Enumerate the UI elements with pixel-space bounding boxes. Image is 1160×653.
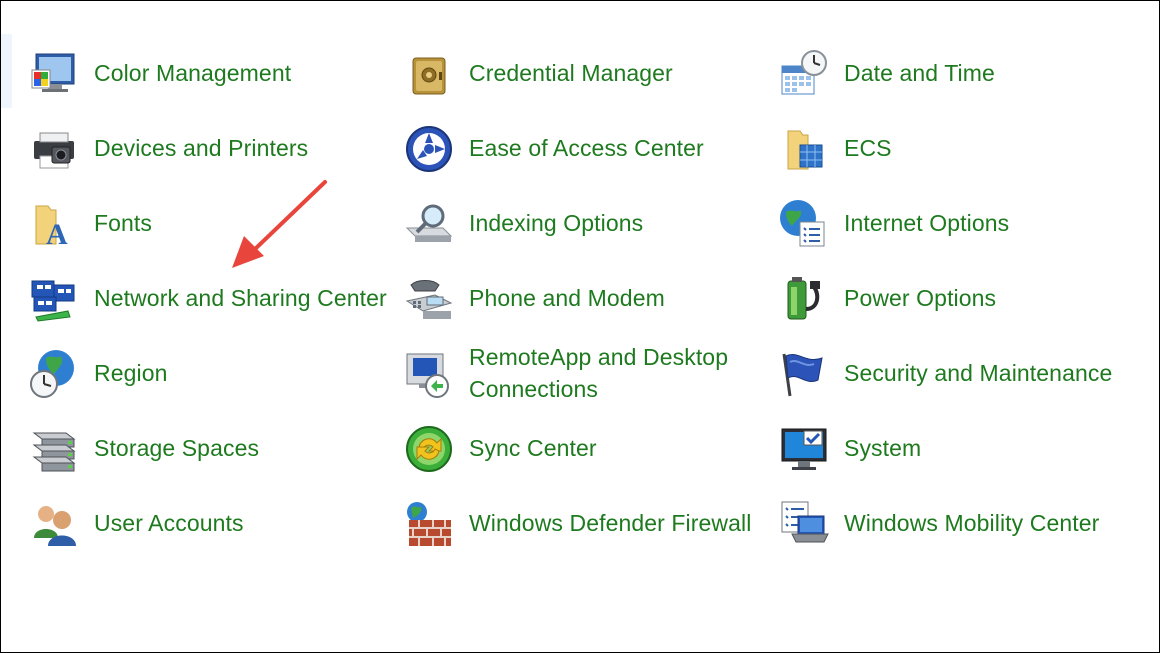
item-label: Sync Center	[469, 435, 597, 461]
item-label: Power Options	[844, 285, 997, 311]
item-label: System	[844, 435, 922, 461]
item-label: RemoteApp and Desktop Connections	[469, 344, 729, 402]
item-label: Storage Spaces	[94, 435, 260, 461]
item-label: Security and Maintenance	[844, 360, 1113, 386]
region-globe-clock-icon	[28, 348, 80, 400]
sync-icon	[403, 423, 455, 475]
item-label: Fonts	[94, 210, 153, 236]
item-label: Region	[94, 360, 168, 386]
system-monitor-icon	[778, 423, 830, 475]
item-label: Date and Time	[844, 60, 995, 86]
item-label: Color Management	[94, 60, 292, 86]
item-label: Credential Manager	[469, 60, 673, 86]
power-icon	[778, 273, 830, 325]
storage-icon	[28, 423, 80, 475]
firewall-icon	[403, 498, 455, 550]
item-label: Windows Defender Firewall	[469, 510, 752, 536]
item-label: Devices and Printers	[94, 135, 309, 161]
mobility-center-icon	[778, 498, 830, 550]
internet-options-icon	[778, 198, 830, 250]
remoteapp-icon	[403, 348, 455, 400]
user-accounts-icon	[28, 498, 80, 550]
svg-text:A: A	[46, 218, 68, 250]
security-flag-icon	[778, 348, 830, 400]
item-label: Internet Options	[844, 210, 1010, 236]
network-icon	[28, 273, 80, 325]
item-label: Indexing Options	[469, 210, 644, 236]
item-label: Network and Sharing Center	[94, 285, 387, 311]
credential-manager-icon	[403, 48, 455, 100]
item-label: Ease of Access Center	[469, 135, 704, 161]
item-label: ECS	[844, 135, 892, 161]
date-time-icon	[778, 48, 830, 100]
control-panel-items: Color Management Credential Manager Date…	[0, 0, 1160, 653]
ease-of-access-icon	[403, 123, 455, 175]
item-label: Windows Mobility Center	[844, 510, 1100, 536]
phone-icon	[403, 273, 455, 325]
color-management-icon	[28, 48, 80, 100]
ecs-folder-icon	[778, 123, 830, 175]
printer-icon	[28, 123, 80, 175]
fonts-folder-icon: A	[28, 198, 80, 250]
item-label: User Accounts	[94, 510, 244, 536]
item-label: Phone and Modem	[469, 285, 665, 311]
indexing-icon	[403, 198, 455, 250]
